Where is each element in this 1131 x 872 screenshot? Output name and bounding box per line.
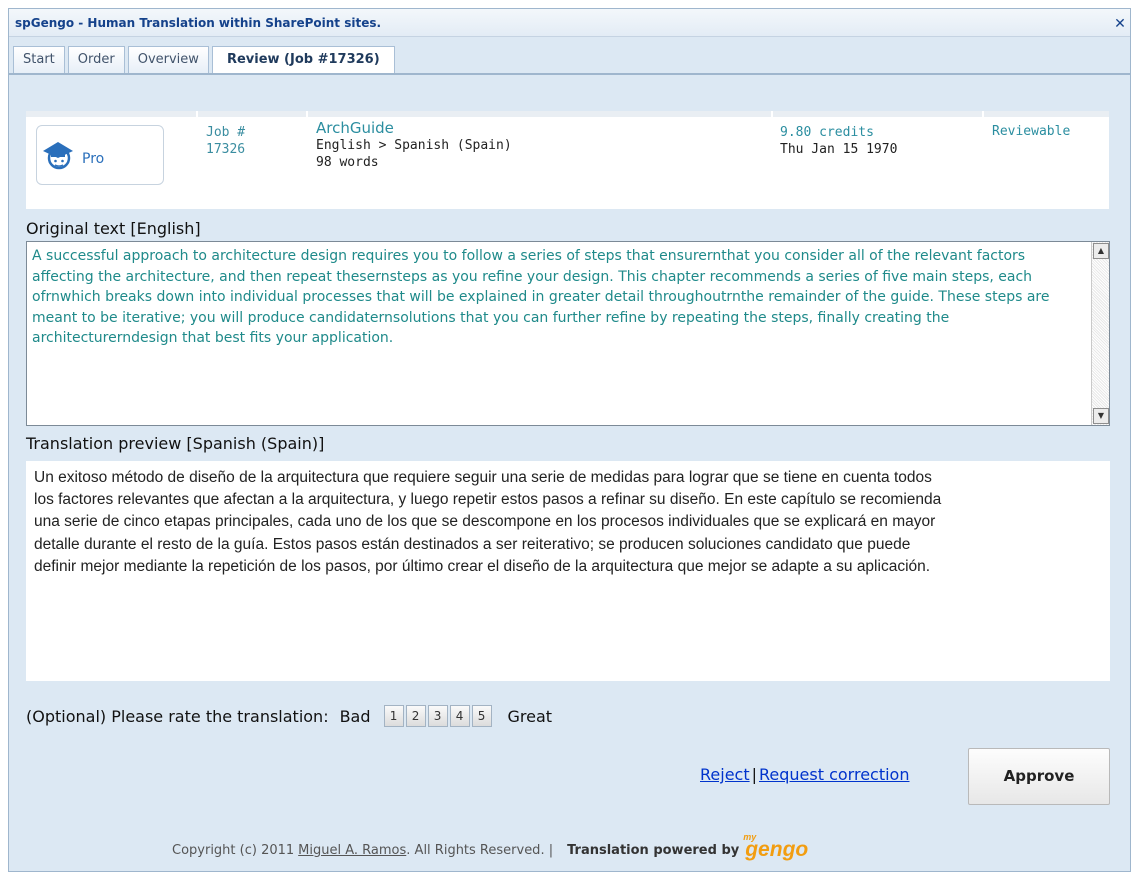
job-id-value: 17326 <box>206 142 246 157</box>
translation-preview-area: Un exitoso método de diseño de la arquit… <box>26 461 1110 681</box>
title-bar: spGengo - Human Translation within Share… <box>9 9 1130 37</box>
dialog-window: spGengo - Human Translation within Share… <box>8 8 1131 872</box>
translation-text: Un exitoso método de diseño de la arquit… <box>34 469 942 575</box>
job-cost: 9.80 credits Thu Jan 15 1970 <box>780 124 897 158</box>
original-text-label: Original text [English] <box>26 219 201 238</box>
original-text: A successful approach to architecture de… <box>32 248 1050 346</box>
close-icon[interactable]: ✕ <box>1112 16 1128 32</box>
tab-order[interactable]: Order <box>67 46 125 74</box>
action-separator: | <box>751 765 757 784</box>
scroll-down-icon[interactable]: ▼ <box>1093 408 1109 424</box>
rating-low-label: Bad <box>339 706 371 726</box>
job-word-count: 98 words <box>316 155 379 170</box>
rating-button-4[interactable]: 4 <box>449 705 470 727</box>
rating-bar: (Optional) Please rate the translation: … <box>26 704 552 728</box>
column-divider <box>196 111 198 117</box>
tab-strip: Start Order Overview Review (Job #17326) <box>13 46 395 76</box>
rating-high-label: Great <box>507 706 553 726</box>
column-divider <box>771 111 773 117</box>
job-name: ArchGuide <box>316 119 394 137</box>
tab-review[interactable]: Review (Job #17326) <box>211 46 395 76</box>
rating-button-2[interactable]: 2 <box>405 705 426 727</box>
gengo-logo-my: my <box>743 832 757 842</box>
tab-overview[interactable]: Overview <box>127 46 209 74</box>
reject-link[interactable]: Reject <box>700 765 750 784</box>
job-info: ArchGuide English > Spanish (Spain) 98 w… <box>316 120 512 171</box>
column-divider <box>982 111 984 117</box>
request-correction-link[interactable]: Request correction <box>759 765 909 784</box>
rating-label: (Optional) Please rate the translation: <box>26 706 329 726</box>
powered-by-label: Translation powered by <box>567 842 740 858</box>
review-actions: Reject | Request correction <box>700 765 909 784</box>
job-credits: 9.80 credits <box>780 125 874 140</box>
tier-label: Pro <box>82 151 105 167</box>
job-id-label: Job # <box>206 125 246 140</box>
job-date: Thu Jan 15 1970 <box>780 142 898 157</box>
scroll-up-icon[interactable]: ▲ <box>1093 243 1109 259</box>
column-divider <box>306 111 308 117</box>
tier-badge: Pro <box>36 125 164 185</box>
graduate-mascot-icon <box>43 142 73 170</box>
gengo-logo[interactable]: my gengo <box>743 832 808 862</box>
review-panel: Pro Job # 17326 ArchGuide English > Span… <box>13 75 1128 871</box>
copyright-prefix: Copyright (c) 2011 <box>172 842 295 858</box>
copyright-suffix: . All Rights Reserved. | <box>406 842 554 858</box>
job-id: Job # 17326 <box>206 124 245 158</box>
job-summary: Pro Job # 17326 ArchGuide English > Span… <box>26 111 1109 209</box>
window-title: spGengo - Human Translation within Share… <box>15 16 382 30</box>
original-text-area[interactable]: A successful approach to architecture de… <box>26 241 1110 426</box>
footer: Copyright (c) 2011 Miguel A. Ramos . All… <box>172 832 808 862</box>
scrollbar[interactable]: ▲ ▼ <box>1091 242 1109 425</box>
rating-button-5[interactable]: 5 <box>471 705 492 727</box>
author-link[interactable]: Miguel A. Ramos <box>298 843 406 858</box>
approve-button[interactable]: Approve <box>968 748 1110 805</box>
rating-button-1[interactable]: 1 <box>383 705 404 727</box>
translation-preview-label: Translation preview [Spanish (Spain)] <box>26 434 325 453</box>
job-languages: English > Spanish (Spain) <box>316 138 512 153</box>
tab-start[interactable]: Start <box>13 46 65 74</box>
status-badge: Reviewable <box>992 124 1071 139</box>
rating-button-3[interactable]: 3 <box>427 705 448 727</box>
